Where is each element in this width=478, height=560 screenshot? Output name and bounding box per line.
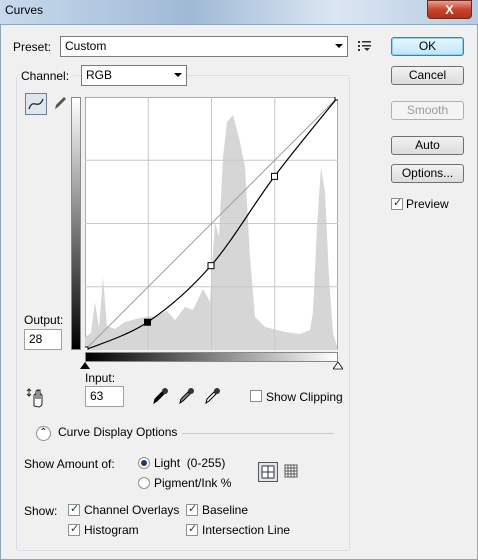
black-eyedropper-icon[interactable] [151,387,169,405]
presets-menu-icon[interactable] [358,40,372,52]
input-field[interactable]: 63 [85,386,124,407]
show-amount-label: Show Amount of: [24,457,115,471]
smooth-button[interactable]: Smooth [391,101,464,120]
preset-select[interactable]: Custom [60,36,348,57]
light-radio[interactable] [138,457,150,469]
input-gradient-bar [85,352,338,362]
curve-point[interactable] [271,172,279,180]
channel-label: Channel: [19,69,74,83]
curve-point[interactable] [207,262,215,270]
show-clipping-label: Show Clipping [266,390,343,404]
input-label: Input: [85,371,116,385]
gray-eyedropper-icon[interactable] [177,387,195,405]
histogram-label: Histogram [84,523,139,537]
divider [182,433,334,434]
grid-simple-icon [261,465,275,479]
curve-display-label: Curve Display Options [58,425,178,439]
channel-overlays-label: Channel Overlays [84,503,180,517]
window-title: Curves [5,3,44,17]
output-field[interactable]: 28 [24,329,62,350]
auto-button[interactable]: Auto [391,136,464,155]
show-clipping-checkbox[interactable] [250,390,262,402]
close-button[interactable]: X [427,0,472,19]
intersection-line-checkbox[interactable] [186,522,198,536]
chevron-down-icon [335,44,343,48]
options-button[interactable]: Options... [391,164,464,183]
white-point-slider[interactable] [333,362,343,370]
channel-overlays-checkbox[interactable] [68,502,80,516]
baseline-checkbox[interactable] [186,502,198,516]
preview-checkbox[interactable] [391,196,403,210]
light-label: Light (0-255) [154,456,226,470]
preset-value: Custom [65,39,107,53]
output-gradient-bar [71,97,81,350]
histogram-checkbox[interactable] [68,522,80,536]
pencil-icon[interactable] [52,94,68,112]
intersection-line-label: Intersection Line [202,523,291,537]
cancel-button[interactable]: Cancel [391,66,464,85]
channel-value: RGB [86,68,113,82]
white-eyedropper-icon[interactable] [203,387,221,405]
grid-simple-button[interactable] [258,462,278,482]
chevron-down-icon [174,73,182,77]
curve-point[interactable] [144,318,152,326]
curve-graph[interactable] [85,97,338,350]
preset-label: Preset: [13,40,52,54]
curve-point[interactable] [85,346,89,350]
curve-tool-icon [28,98,44,110]
output-label: Output: [24,313,64,327]
ok-button[interactable]: OK [391,37,464,56]
baseline-label: Baseline [202,503,249,517]
collapse-icon[interactable]: ⌃ [36,426,51,441]
curve-point[interactable] [334,97,338,101]
preview-label: Preview [406,197,449,211]
curves-dialog: Preset: Custom OK Cancel Smooth Auto Opt… [0,24,478,560]
show-label: Show: [24,504,58,518]
pigment-radio[interactable] [138,477,150,489]
adjust-hand-icon[interactable] [26,386,48,408]
channel-select[interactable]: RGB [81,65,187,86]
curve-tool-button[interactable] [25,93,47,115]
pigment-label: Pigment/Ink % [154,476,232,490]
black-point-slider[interactable] [80,362,90,370]
title-bar: Curves X [0,0,478,24]
grid-detailed-icon[interactable] [284,464,300,480]
